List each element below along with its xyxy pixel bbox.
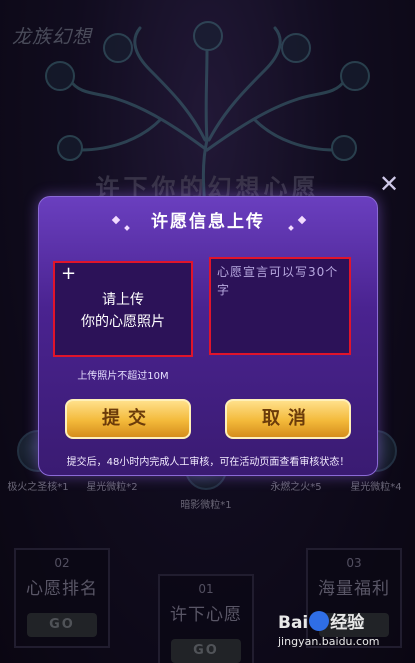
upload-prompt-line1: 请上传 (102, 292, 144, 308)
upload-size-hint: 上传照片不超过10M (77, 371, 169, 382)
wish-upload-dialog: 许愿信息上传 + 请上传 你的心愿照片 上传照片不超过10M 心愿宣言可以写30… (38, 196, 378, 476)
dialog-title: 许愿信息上传 (151, 212, 265, 232)
plus-icon: + (61, 263, 77, 284)
review-notice: 提交后，48小时内完成人工审核，可在活动页面查看审核状态！ (66, 457, 350, 468)
paw-icon (309, 611, 330, 631)
dialog-header: 许愿信息上传 (39, 207, 377, 237)
baidu-jingyan-watermark: Bai 经验 jingyan.baidu.com (278, 608, 413, 658)
cancel-button[interactable]: 取消 (225, 399, 351, 439)
upload-prompt-line2: 你的心愿照片 (81, 314, 165, 330)
watermark-brand: Bai 经验 (278, 608, 413, 633)
close-icon[interactable]: ✕ (377, 172, 401, 196)
submit-button[interactable]: 提交 (65, 399, 191, 439)
watermark-url: jingyan.baidu.com (278, 635, 380, 648)
watermark-brand-left: Bai (278, 613, 309, 633)
photo-upload-area[interactable]: + 请上传 你的心愿照片 (53, 261, 193, 357)
upload-prompt: 请上传 你的心愿照片 (55, 289, 191, 333)
wish-text-input[interactable]: 心愿宣言可以写30个字 (209, 257, 351, 355)
watermark-brand-right: 经验 (330, 613, 365, 633)
